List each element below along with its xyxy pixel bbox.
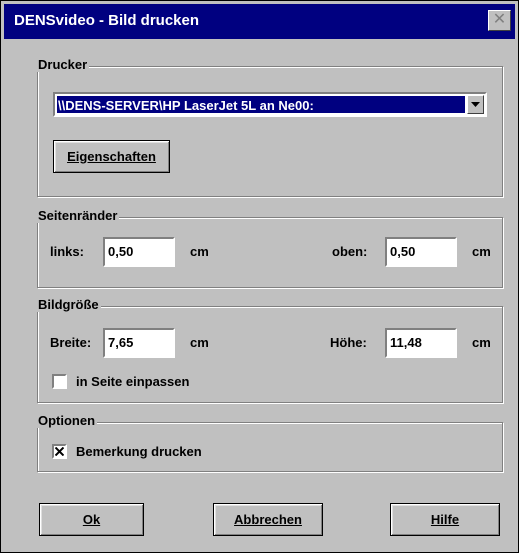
width-label: Breite: xyxy=(50,335,92,350)
check-x-icon xyxy=(55,447,64,456)
printer-selected-value: \\DENS-SERVER\HP LaserJet 5L an Ne00: xyxy=(57,96,465,113)
left-margin-input[interactable]: 0,50 xyxy=(103,237,175,267)
close-button[interactable]: ✕ xyxy=(488,10,511,31)
fit-to-page-label[interactable]: in Seite einpassen xyxy=(76,374,189,389)
cancel-button[interactable]: Abbrechen xyxy=(213,503,323,536)
print-remark-checkbox[interactable] xyxy=(52,444,67,459)
title-bar: DENSvideo - Bild drucken ✕ xyxy=(4,4,515,39)
margins-group: Seitenränder links: 0,50 cm oben: 0,50 c… xyxy=(36,208,503,288)
properties-button[interactable]: Eigenschaften xyxy=(53,140,170,173)
printer-select[interactable]: \\DENS-SERVER\HP LaserJet 5L an Ne00: xyxy=(53,92,487,117)
height-label: Höhe: xyxy=(330,335,367,350)
close-icon: ✕ xyxy=(492,11,507,28)
options-legend: Optionen xyxy=(36,413,98,428)
margins-legend: Seitenränder xyxy=(36,208,120,223)
height-input[interactable]: 11,48 xyxy=(385,328,457,358)
options-group: Optionen Bemerkung drucken xyxy=(36,413,503,472)
image-size-legend: Bildgröße xyxy=(36,297,101,312)
width-unit: cm xyxy=(190,335,209,350)
image-size-group: Bildgröße Breite: 7,65 cm Höhe: 11,48 cm… xyxy=(36,297,503,403)
left-margin-label: links: xyxy=(50,244,84,259)
dropdown-arrow-button[interactable] xyxy=(467,95,484,114)
printer-legend: Drucker xyxy=(36,57,90,72)
ok-button[interactable]: Ok xyxy=(39,503,144,536)
chevron-down-icon xyxy=(471,102,480,107)
top-margin-input[interactable]: 0,50 xyxy=(385,237,457,267)
height-unit: cm xyxy=(472,335,491,350)
top-margin-label: oben: xyxy=(332,244,368,259)
print-dialog: DENSvideo - Bild drucken ✕ Drucker \\DEN… xyxy=(0,0,519,553)
fit-to-page-checkbox[interactable] xyxy=(52,374,67,389)
printer-group: Drucker \\DENS-SERVER\HP LaserJet 5L an … xyxy=(36,57,503,197)
width-input[interactable]: 7,65 xyxy=(103,328,175,358)
left-margin-unit: cm xyxy=(190,244,209,259)
window-title: DENSvideo - Bild drucken xyxy=(14,12,200,29)
print-remark-label[interactable]: Bemerkung drucken xyxy=(76,444,202,459)
help-button[interactable]: Hilfe xyxy=(390,503,500,536)
top-margin-unit: cm xyxy=(472,244,491,259)
